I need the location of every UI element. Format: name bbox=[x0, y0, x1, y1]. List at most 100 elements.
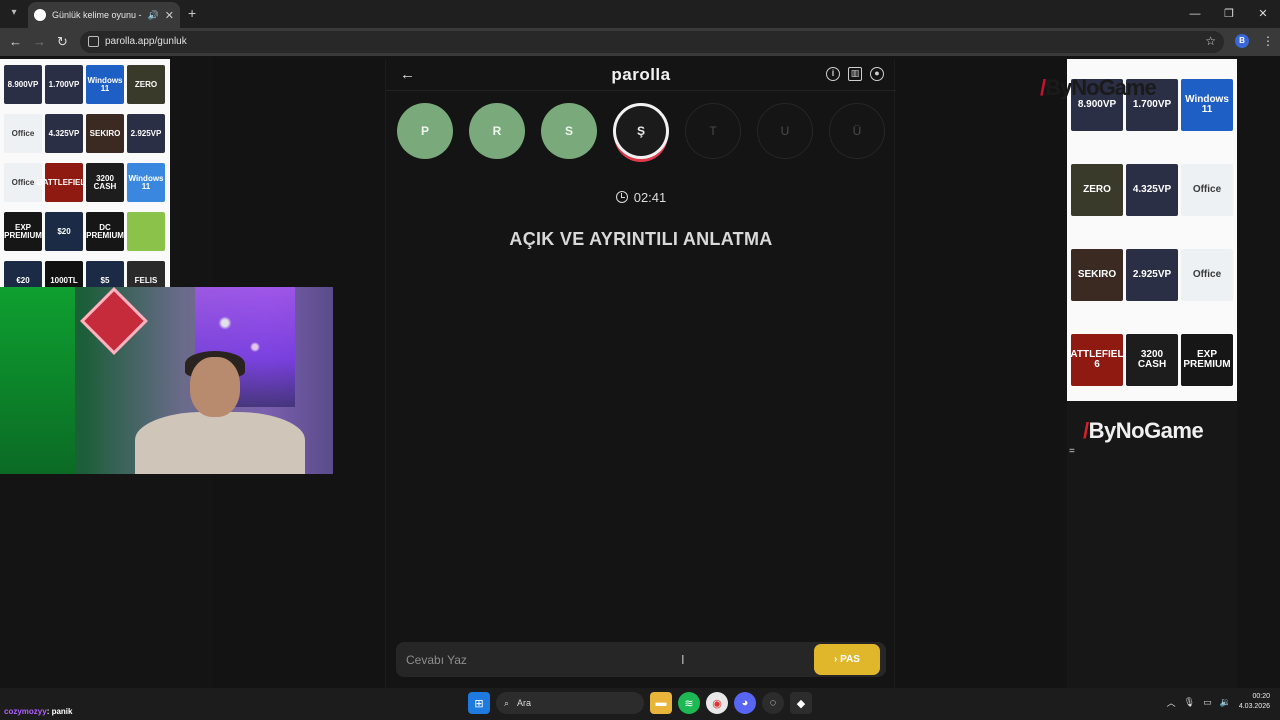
chevron-up-icon[interactable]: ︿ bbox=[1167, 696, 1176, 709]
ad-product-tile[interactable]: ZERO bbox=[1071, 164, 1123, 216]
clock-time: 00:20 bbox=[1252, 693, 1270, 700]
ad-product-tile[interactable]: 1000TL bbox=[45, 261, 83, 287]
answer-input[interactable] bbox=[396, 642, 806, 677]
site-info-icon[interactable] bbox=[88, 36, 99, 47]
letter-bubble: Ş bbox=[613, 103, 669, 159]
windows-start-icon[interactable]: ⊞ bbox=[468, 692, 490, 714]
taskbar: ⊞ ⌕ Ara ▬ ≋ ◉ ◕ ◌ ◆ ︿ 🎙 ▭ 🔉 00:20 4.03.2… bbox=[0, 688, 1280, 720]
ad-product-tile[interactable]: $5 bbox=[86, 261, 124, 287]
reload-icon[interactable]: ↻ bbox=[57, 34, 68, 50]
back-icon[interactable]: ← bbox=[9, 34, 22, 49]
right-dark-panel bbox=[1067, 401, 1237, 688]
ad-product-tile[interactable]: 2.925VP bbox=[1126, 249, 1178, 301]
left-ad-grid: 8.900VP 1.700VP Windows 11 ZERO Office 4.325V… bbox=[4, 65, 165, 287]
volume-icon[interactable]: 🔉 bbox=[1220, 697, 1231, 708]
ad-product-tile[interactable]: FELIS bbox=[127, 261, 165, 287]
file-explorer-icon[interactable]: ▬ bbox=[650, 692, 672, 714]
ad-product-tile[interactable]: $20 bbox=[45, 212, 83, 251]
info-icon[interactable]: i bbox=[826, 67, 840, 81]
bynogame-logo-top-text: ByNoGame bbox=[1045, 75, 1157, 100]
ad-product-tile[interactable]: BATTLEFIELD 6 bbox=[1067, 334, 1131, 386]
ad-product-tile[interactable]: EXP PREMIUM bbox=[4, 212, 42, 251]
app-header: ← parolla i ▥ ● bbox=[386, 59, 896, 91]
profile-avatar[interactable]: B bbox=[1235, 34, 1249, 48]
close-window-button[interactable]: ✕ bbox=[1246, 0, 1280, 28]
display-icon[interactable]: ▭ bbox=[1203, 697, 1212, 708]
close-icon[interactable]: ✕ bbox=[165, 9, 174, 22]
timer-value: 02:41 bbox=[633, 190, 667, 205]
ad-product-tile[interactable]: 3200 CASH bbox=[86, 163, 124, 202]
forward-icon[interactable]: → bbox=[33, 34, 46, 49]
ad-product-tile[interactable]: Windows 11 bbox=[86, 65, 124, 104]
user-icon[interactable]: ● bbox=[870, 67, 884, 81]
clock[interactable]: 00:20 4.03.2026 bbox=[1239, 692, 1270, 712]
right-ad-banner[interactable]: 8.900VP 1.700VP Windows 11 ZERO 4.325VP Offic… bbox=[1067, 59, 1237, 401]
ad-product-tile[interactable]: EXP PREMIUM bbox=[1181, 334, 1233, 386]
speaker-icon[interactable]: 🔊 bbox=[148, 10, 159, 21]
ad-product-tile[interactable]: SEKIRO bbox=[1071, 249, 1123, 301]
chat-message: cozymozyy: panik bbox=[4, 707, 72, 716]
streamer-body bbox=[135, 412, 305, 474]
ad-product-tile[interactable]: ZERO bbox=[127, 65, 165, 104]
ad-product-tile[interactable]: 3200 CASH bbox=[1126, 334, 1178, 386]
ad-product-tile[interactable] bbox=[127, 212, 165, 251]
left-ad-banner[interactable]: 8.900VP 1.700VP Windows 11 ZERO Office 4.325V… bbox=[0, 59, 170, 287]
browser-tab[interactable]: Günlük kelime oyunu - parolla 🔊 ✕ bbox=[28, 2, 180, 28]
restore-button[interactable]: ❐ bbox=[1212, 0, 1246, 28]
timer: 02:41 bbox=[386, 190, 896, 205]
ad-product-tile[interactable]: 8.900VP bbox=[4, 65, 42, 104]
brand-title: parolla bbox=[611, 65, 671, 84]
ad-product-tile[interactable]: 1.700VP bbox=[45, 65, 83, 104]
microphone-icon[interactable]: 🎙 bbox=[1184, 697, 1195, 708]
url-text[interactable]: parolla.app/gunluk bbox=[105, 36, 187, 47]
spotify-icon[interactable]: ≋ bbox=[678, 692, 700, 714]
header-icons: i ▥ ● bbox=[826, 67, 884, 81]
address-bar[interactable]: parolla.app/gunluk ☆ bbox=[80, 31, 1224, 53]
bookmark-star-icon[interactable]: ☆ bbox=[1205, 34, 1216, 48]
ad-product-tile[interactable]: SEKIRO bbox=[86, 114, 124, 153]
bynogame-logo-text: ByNoGame bbox=[1088, 418, 1204, 443]
taskbar-search[interactable]: ⌕ Ara bbox=[496, 692, 644, 714]
tab-strip: ▾ Günlük kelime oyunu - parolla 🔊 ✕ + — … bbox=[0, 0, 1280, 28]
minimize-button[interactable]: — bbox=[1178, 0, 1212, 28]
webcam-overlay bbox=[0, 287, 333, 474]
bynogame-logo-top: /ByNoGame bbox=[1040, 75, 1157, 101]
tab-search-button[interactable]: ▾ bbox=[6, 5, 22, 21]
chat-username: cozymozyy bbox=[4, 707, 47, 716]
streamer-head bbox=[190, 357, 240, 417]
parolla-favicon-icon bbox=[34, 9, 46, 21]
ad-product-tile[interactable]: BATTLEFIELD bbox=[37, 163, 91, 202]
tab-title: Günlük kelime oyunu - parolla bbox=[52, 10, 142, 20]
ad-product-tile[interactable]: €20 bbox=[4, 261, 42, 287]
ad-product-tile[interactable]: DC PREMIUM bbox=[86, 212, 124, 251]
ad-product-tile[interactable]: Windows 11 bbox=[1181, 79, 1233, 131]
ad-product-tile[interactable]: 4.325VP bbox=[1126, 164, 1178, 216]
window-controls: — ❐ ✕ bbox=[1178, 0, 1280, 28]
stats-icon[interactable]: ▥ bbox=[848, 67, 862, 81]
diamond-app-icon[interactable]: ◆ bbox=[790, 692, 812, 714]
ad-product-tile[interactable]: Office bbox=[1181, 249, 1233, 301]
parolla-app: ← parolla i ▥ ● PRSŞTUÜ 02:41 AÇIK VE AY… bbox=[385, 59, 896, 688]
discord-icon[interactable]: ◕ bbox=[734, 692, 756, 714]
new-tab-button[interactable]: + bbox=[188, 5, 196, 21]
browser-menu-icon[interactable]: ⋮ bbox=[1262, 34, 1274, 48]
letter-bubble: Ü bbox=[829, 103, 885, 159]
pass-button[interactable]: › PAS bbox=[814, 644, 880, 675]
clock-date: 4.03.2026 bbox=[1238, 703, 1270, 710]
letter-bubble: S bbox=[541, 103, 597, 159]
clock-icon bbox=[615, 191, 628, 203]
letter-track: PRSŞTUÜ bbox=[397, 103, 885, 159]
system-tray: ︿ 🎙 ▭ 🔉 00:20 4.03.2026 bbox=[1167, 692, 1270, 712]
ad-product-tile[interactable]: Office bbox=[4, 114, 42, 153]
ad-product-tile[interactable]: 4.325VP bbox=[45, 114, 83, 153]
bynogame-logo[interactable]: /ByNoGame bbox=[1083, 418, 1204, 444]
equals-sign: = bbox=[1069, 446, 1075, 457]
chrome-icon[interactable]: ◉ bbox=[706, 692, 728, 714]
app-icon[interactable]: ◌ bbox=[762, 692, 784, 714]
neon-gamepad-sign bbox=[80, 287, 148, 355]
ad-product-tile[interactable]: Office bbox=[1181, 164, 1233, 216]
ad-product-tile[interactable]: 2.925VP bbox=[127, 114, 165, 153]
chat-text: : panik bbox=[46, 707, 73, 716]
green-wall bbox=[0, 287, 75, 474]
ad-product-tile[interactable]: Windows 11 bbox=[127, 163, 165, 202]
